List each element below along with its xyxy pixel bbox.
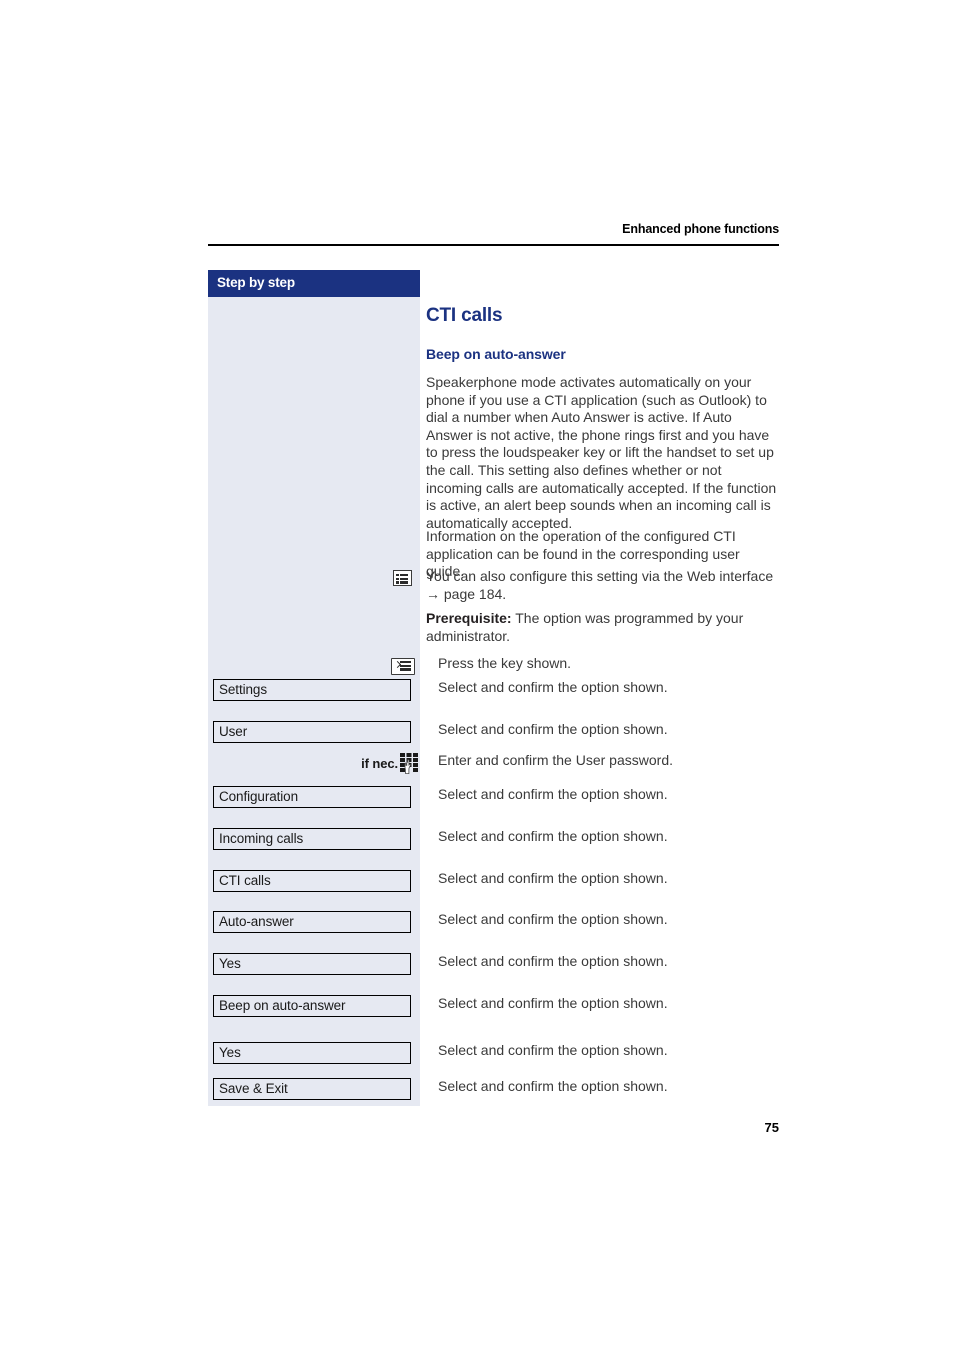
step-visual: Yes (208, 1042, 420, 1064)
step-visual: Auto-answer (208, 911, 420, 933)
step-visual: Configuration (208, 786, 420, 808)
step-instruction: Select and confirm the option shown. (438, 911, 668, 927)
option-box-label: Auto-answer (219, 914, 294, 929)
step-instruction: Select and confirm the option shown. (438, 679, 668, 695)
option-box[interactable]: Yes (213, 1042, 411, 1064)
note-list-icon (393, 570, 412, 586)
step-visual: Beep on auto-answer (208, 995, 420, 1017)
step-visual: Settings (208, 679, 420, 701)
option-box[interactable]: Yes (213, 953, 411, 975)
step-instruction: Press the key shown. (438, 655, 572, 671)
prerequisite-label: Prerequisite: (426, 610, 512, 626)
step-instruction: Select and confirm the option shown. (438, 786, 668, 802)
option-box[interactable]: Incoming calls (213, 828, 411, 850)
running-header-title: Enhanced phone functions (622, 222, 779, 236)
option-box[interactable]: Auto-answer (213, 911, 411, 933)
step-visual (208, 655, 420, 677)
option-box-label: Save & Exit (219, 1081, 288, 1096)
option-box-label: Incoming calls (219, 831, 304, 846)
page-number: 75 (764, 1120, 779, 1135)
option-box[interactable]: Settings (213, 679, 411, 701)
section-subtitle: Beep on auto-answer (426, 346, 566, 362)
step-instruction: Select and confirm the option shown. (438, 1042, 668, 1058)
option-box-label: Settings (219, 682, 267, 697)
if-necessary-label: if nec. (361, 755, 398, 771)
table-row: Save & Exit Select and confirm the optio… (208, 1078, 779, 1100)
web-interface-note: You can also configure this setting via … (426, 568, 774, 602)
table-row: if nec. Enter and confirm the User passw… (208, 752, 779, 774)
option-box-label: Yes (219, 1045, 241, 1060)
table-row: Incoming calls Select and confirm the op… (208, 828, 779, 850)
option-box-label: Yes (219, 956, 241, 971)
step-instruction: Select and confirm the option shown. (438, 1078, 668, 1094)
option-box[interactable]: Configuration (213, 786, 411, 808)
step-visual: User (208, 721, 420, 743)
table-row: Configuration Select and confirm the opt… (208, 786, 779, 808)
table-row: User Select and confirm the option shown… (208, 721, 779, 743)
option-box-label: User (219, 724, 248, 739)
option-box[interactable]: CTI calls (213, 870, 411, 892)
keypad-icon[interactable] (399, 752, 420, 774)
step-by-step-title: Step by step (217, 275, 295, 290)
step-instruction: Select and confirm the option shown. (438, 995, 668, 1011)
table-row: Auto-answer Select and confirm the optio… (208, 911, 779, 933)
table-row: Settings Select and confirm the option s… (208, 679, 779, 701)
step-visual: CTI calls (208, 870, 420, 892)
step-instruction: Select and confirm the option shown. (438, 953, 668, 969)
page-title: CTI calls (426, 305, 503, 326)
header-rule (208, 244, 779, 246)
step-visual: Yes (208, 953, 420, 975)
step-visual: if nec. (208, 752, 420, 774)
step-instruction: Enter and confirm the User password. (438, 752, 673, 768)
step-instruction: Select and confirm the option shown. (438, 870, 668, 886)
table-row: Yes Select and confirm the option shown. (208, 953, 779, 975)
prerequisite-paragraph: Prerequisite: The option was programmed … (426, 610, 779, 645)
step-visual: Save & Exit (208, 1078, 420, 1100)
intro-paragraph: Speakerphone mode activates automaticall… (426, 374, 777, 531)
step-instruction: Select and confirm the option shown. (438, 721, 668, 737)
option-box-label: CTI calls (219, 873, 271, 888)
table-row: Yes Select and confirm the option shown. (208, 1042, 779, 1064)
table-row: CTI calls Select and confirm the option … (208, 870, 779, 892)
option-box-label: Configuration (219, 789, 299, 804)
option-box-label: Beep on auto-answer (219, 998, 346, 1013)
option-box[interactable]: User (213, 721, 411, 743)
option-box[interactable]: Beep on auto-answer (213, 995, 411, 1017)
menu-key-icon[interactable] (391, 657, 415, 675)
running-header: Enhanced phone functions (208, 222, 779, 236)
step-instruction: Select and confirm the option shown. (438, 828, 668, 844)
step-visual: Incoming calls (208, 828, 420, 850)
step-by-step-header: Step by step (208, 270, 420, 297)
document-page: Enhanced phone functions Step by step CT… (0, 0, 954, 1351)
table-row: Press the key shown. (208, 655, 779, 677)
table-row: Beep on auto-answer Select and confirm t… (208, 995, 779, 1017)
option-box[interactable]: Save & Exit (213, 1078, 411, 1100)
